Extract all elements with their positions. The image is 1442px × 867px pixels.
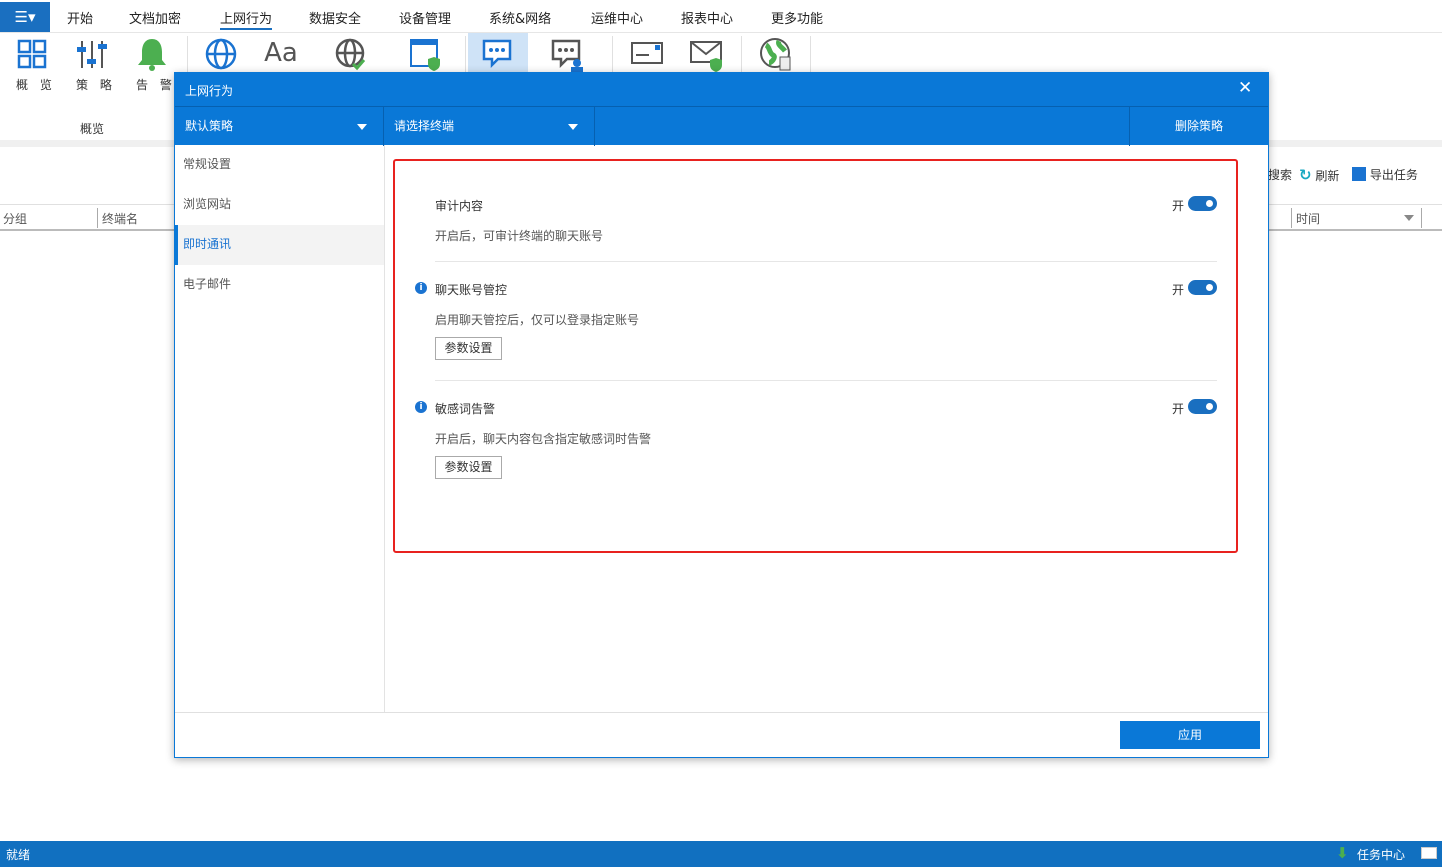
export-label: 导出任务: [1369, 168, 1418, 182]
app-menu-icon[interactable]: ☰▾: [0, 2, 50, 32]
divider: [435, 261, 1217, 262]
section-desc-audit: 开启后，可审计终端的聊天账号: [435, 229, 604, 243]
policy-select-value: 默认策略: [185, 119, 234, 133]
mail-icon[interactable]: [617, 33, 677, 73]
status-text: 就绪: [6, 848, 31, 862]
policy-label: 策 略: [76, 78, 116, 92]
refresh-button[interactable]: ↻ 刷新: [1299, 166, 1339, 184]
chat-user-icon[interactable]: [537, 33, 597, 73]
sensitive-words-params-button[interactable]: 参数设置: [435, 456, 502, 479]
ribbon-separator: [810, 36, 811, 74]
tab-ops-center[interactable]: 运维中心: [591, 8, 643, 27]
toggle-label: 开: [1172, 283, 1185, 297]
column-terminal-name[interactable]: 终端名: [102, 210, 138, 227]
sensitive-words-toggle[interactable]: [1188, 399, 1217, 414]
dialog-nav: 常规设置 浏览网站 即时通讯 电子邮件: [175, 145, 385, 713]
column-divider: [97, 208, 98, 228]
toggle-label: 开: [1172, 402, 1185, 416]
nav-browse-websites[interactable]: 浏览网站: [175, 185, 384, 225]
overview-label: 概 览: [16, 78, 56, 92]
ribbon-separator: [465, 36, 466, 74]
im-settings-panel: 审计内容 开 开启后，可审计终端的聊天账号 i 聊天账号管控 开 启用聊天管控后…: [393, 159, 1238, 553]
internet-behavior-dialog: 上网行为 ✕ 默认策略 请选择终端 删除策略 常规设置 浏览网站 即时通讯 电子…: [174, 72, 1269, 758]
ribbon-separator: [187, 36, 188, 74]
section-title-account-control: 聊天账号管控: [435, 283, 508, 297]
tab-system-network[interactable]: 系统&网络: [489, 8, 551, 27]
section-title-audit: 审计内容: [435, 199, 484, 213]
export-task-button[interactable]: 导出任务: [1352, 166, 1418, 183]
info-icon[interactable]: i: [415, 401, 427, 413]
divider: [435, 380, 1217, 381]
tab-device-management[interactable]: 设备管理: [399, 8, 451, 27]
nav-general-settings[interactable]: 常规设置: [175, 145, 384, 185]
policy-button[interactable]: [62, 33, 122, 73]
ribbon-separator: [741, 36, 742, 74]
menu-bar: ☰▾ 开始 文档加密 上网行为 数据安全 设备管理 系统&网络 运维中心 报表中…: [0, 0, 1442, 33]
nav-instant-messaging[interactable]: 即时通讯: [175, 225, 384, 265]
alarm-bell-icon: [138, 39, 166, 71]
overview-grid-icon: [17, 39, 47, 69]
tab-doc-encrypt[interactable]: 文档加密: [129, 8, 181, 27]
refresh-label: 刷新: [1315, 169, 1340, 183]
column-divider: [1421, 208, 1422, 228]
ribbon-separator: [612, 36, 613, 74]
search-button[interactable]: 搜索: [1268, 166, 1292, 183]
earth-file-icon[interactable]: [746, 33, 806, 73]
message-icon[interactable]: [1421, 847, 1437, 859]
globe-icon[interactable]: [191, 33, 251, 73]
chevron-down-icon: [357, 124, 367, 130]
toggle-label: 开: [1172, 199, 1185, 213]
time-sort-icon[interactable]: [1404, 215, 1414, 221]
terminal-select-value: 请选择终端: [394, 119, 455, 133]
alarm-label: 告 警: [136, 78, 176, 92]
refresh-icon: ↻: [1299, 166, 1312, 184]
chat-icon[interactable]: [468, 33, 528, 73]
dialog-toolbar: 默认策略 请选择终端 删除策略: [175, 106, 1268, 146]
column-time[interactable]: 时间: [1296, 210, 1320, 227]
dialog-title: 上网行为: [185, 84, 234, 98]
audit-toggle[interactable]: [1188, 196, 1217, 211]
policy-select[interactable]: 默认策略: [175, 107, 384, 146]
task-center-button[interactable]: 任务中心: [1357, 846, 1405, 863]
overview-button[interactable]: [2, 33, 62, 73]
webpage-shield-icon[interactable]: [395, 33, 455, 73]
font-icon[interactable]: Aa: [251, 33, 311, 73]
terminal-select[interactable]: 请选择终端: [384, 107, 595, 146]
policy-sliders-icon: [77, 41, 107, 68]
alarm-button[interactable]: [122, 33, 182, 73]
nav-email[interactable]: 电子邮件: [175, 265, 384, 305]
account-control-toggle[interactable]: [1188, 280, 1217, 295]
tab-data-security[interactable]: 数据安全: [309, 8, 361, 27]
column-divider: [1291, 208, 1292, 228]
tab-report-center[interactable]: 报表中心: [681, 8, 733, 27]
section-desc-sensitive-words: 开启后，聊天内容包含指定敏感词时告警: [435, 432, 652, 446]
section-desc-account-control: 启用聊天管控后，仅可以登录指定账号: [435, 313, 640, 327]
info-icon[interactable]: i: [415, 282, 427, 294]
column-group[interactable]: 分组: [3, 210, 27, 227]
download-icon: ⬇: [1336, 844, 1349, 862]
delete-policy-button[interactable]: 删除策略: [1129, 107, 1268, 146]
dialog-title-bar: 上网行为 ✕: [175, 73, 1268, 106]
account-control-params-button[interactable]: 参数设置: [435, 337, 502, 360]
globe-check-icon[interactable]: [320, 33, 380, 73]
footer-divider: [175, 712, 1268, 713]
chevron-down-icon: [568, 124, 578, 130]
section-title-sensitive-words: 敏感词告警: [435, 402, 496, 416]
status-bar: 就绪 ⬇ 任务中心: [0, 841, 1442, 867]
export-save-icon: [1352, 167, 1366, 181]
mail-shield-icon[interactable]: [677, 33, 737, 73]
apply-button[interactable]: 应用: [1120, 721, 1260, 749]
close-icon[interactable]: ✕: [1238, 78, 1252, 98]
ribbon-group-label: 概览: [80, 122, 105, 136]
tab-internet-behavior[interactable]: 上网行为: [220, 8, 273, 30]
tab-more[interactable]: 更多功能: [771, 8, 823, 27]
search-label: 搜索: [1268, 168, 1293, 182]
tab-start[interactable]: 开始: [67, 8, 93, 27]
